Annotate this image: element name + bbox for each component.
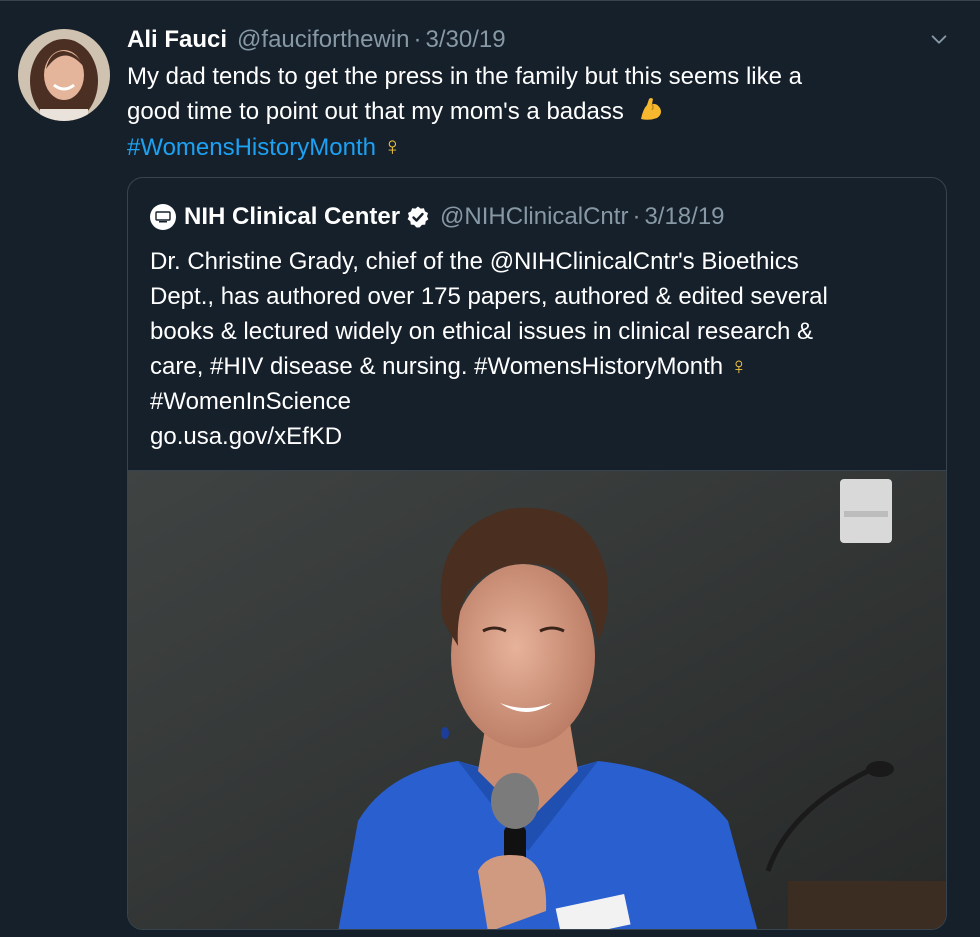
chevron-down-icon[interactable] [928, 29, 950, 51]
tweet-date[interactable]: 3/30/19 [425, 23, 505, 57]
quoted-author-handle[interactable]: @NIHClinicalCntr [440, 203, 628, 231]
female-sign-emoji: ♀ [729, 353, 748, 380]
nih-logo-icon [155, 211, 171, 223]
tweet-text: My dad tends to get the press in the fam… [127, 59, 947, 165]
tweet-hashtag-line: #WomensHistoryMonth ♀ [127, 129, 947, 165]
female-sign-emoji: ♀ [382, 131, 403, 161]
tweet-header: Ali Fauci @fauciforthewin · 3/30/19 [127, 23, 506, 57]
hashtag-link[interactable]: #WomensHistoryMonth [127, 134, 376, 161]
separator-dot: · [632, 203, 641, 230]
quoted-text-line: Dr. Christine Grady, chief of the @NIHCl… [150, 248, 799, 275]
tweet-text-line: My dad tends to get the press in the fam… [127, 63, 802, 90]
quoted-text-line-4: care, #HIV disease & nursing. #WomensHis… [150, 349, 930, 384]
avatar-photo [18, 29, 110, 121]
quoted-text-line: Dept., has authored over 175 papers, aut… [150, 283, 828, 310]
quoted-text-link: go.usa.gov/xEfKD [150, 423, 343, 450]
avatar[interactable] [18, 29, 110, 121]
media-photo [128, 471, 946, 929]
author-handle[interactable]: @fauciforthewin [237, 23, 409, 57]
separator-dot: · [413, 26, 422, 53]
tweet-text-line-2: good time to point out that my mom's a b… [127, 94, 947, 129]
quoted-text-line: #WomenInScience [150, 388, 351, 415]
quoted-text-segment: care, #HIV disease & nursing. #WomensHis… [150, 353, 724, 380]
nih-avatar[interactable] [150, 204, 176, 230]
quoted-tweet-date[interactable]: 3/18/19 [644, 203, 724, 231]
quoted-tweet[interactable]: NIH Clinical Center @NIHClinicalCntr · 3… [127, 177, 947, 930]
quoted-text-line: books & lectured widely on ethical issue… [150, 318, 813, 345]
quoted-tweet-media[interactable] [128, 470, 946, 929]
flexed-biceps-emoji [640, 98, 661, 120]
verified-badge-icon [407, 206, 429, 228]
author-name[interactable]: Ali Fauci [127, 23, 227, 57]
tweet[interactable]: Ali Fauci @fauciforthewin · 3/30/19 My d… [0, 0, 980, 937]
quoted-author-name[interactable]: NIH Clinical Center [184, 203, 400, 231]
tweet-text-segment: good time to point out that my mom's a b… [127, 98, 624, 125]
quoted-tweet-header: NIH Clinical Center @NIHClinicalCntr · 3… [150, 200, 725, 234]
quoted-tweet-text: Dr. Christine Grady, chief of the @NIHCl… [150, 244, 930, 454]
